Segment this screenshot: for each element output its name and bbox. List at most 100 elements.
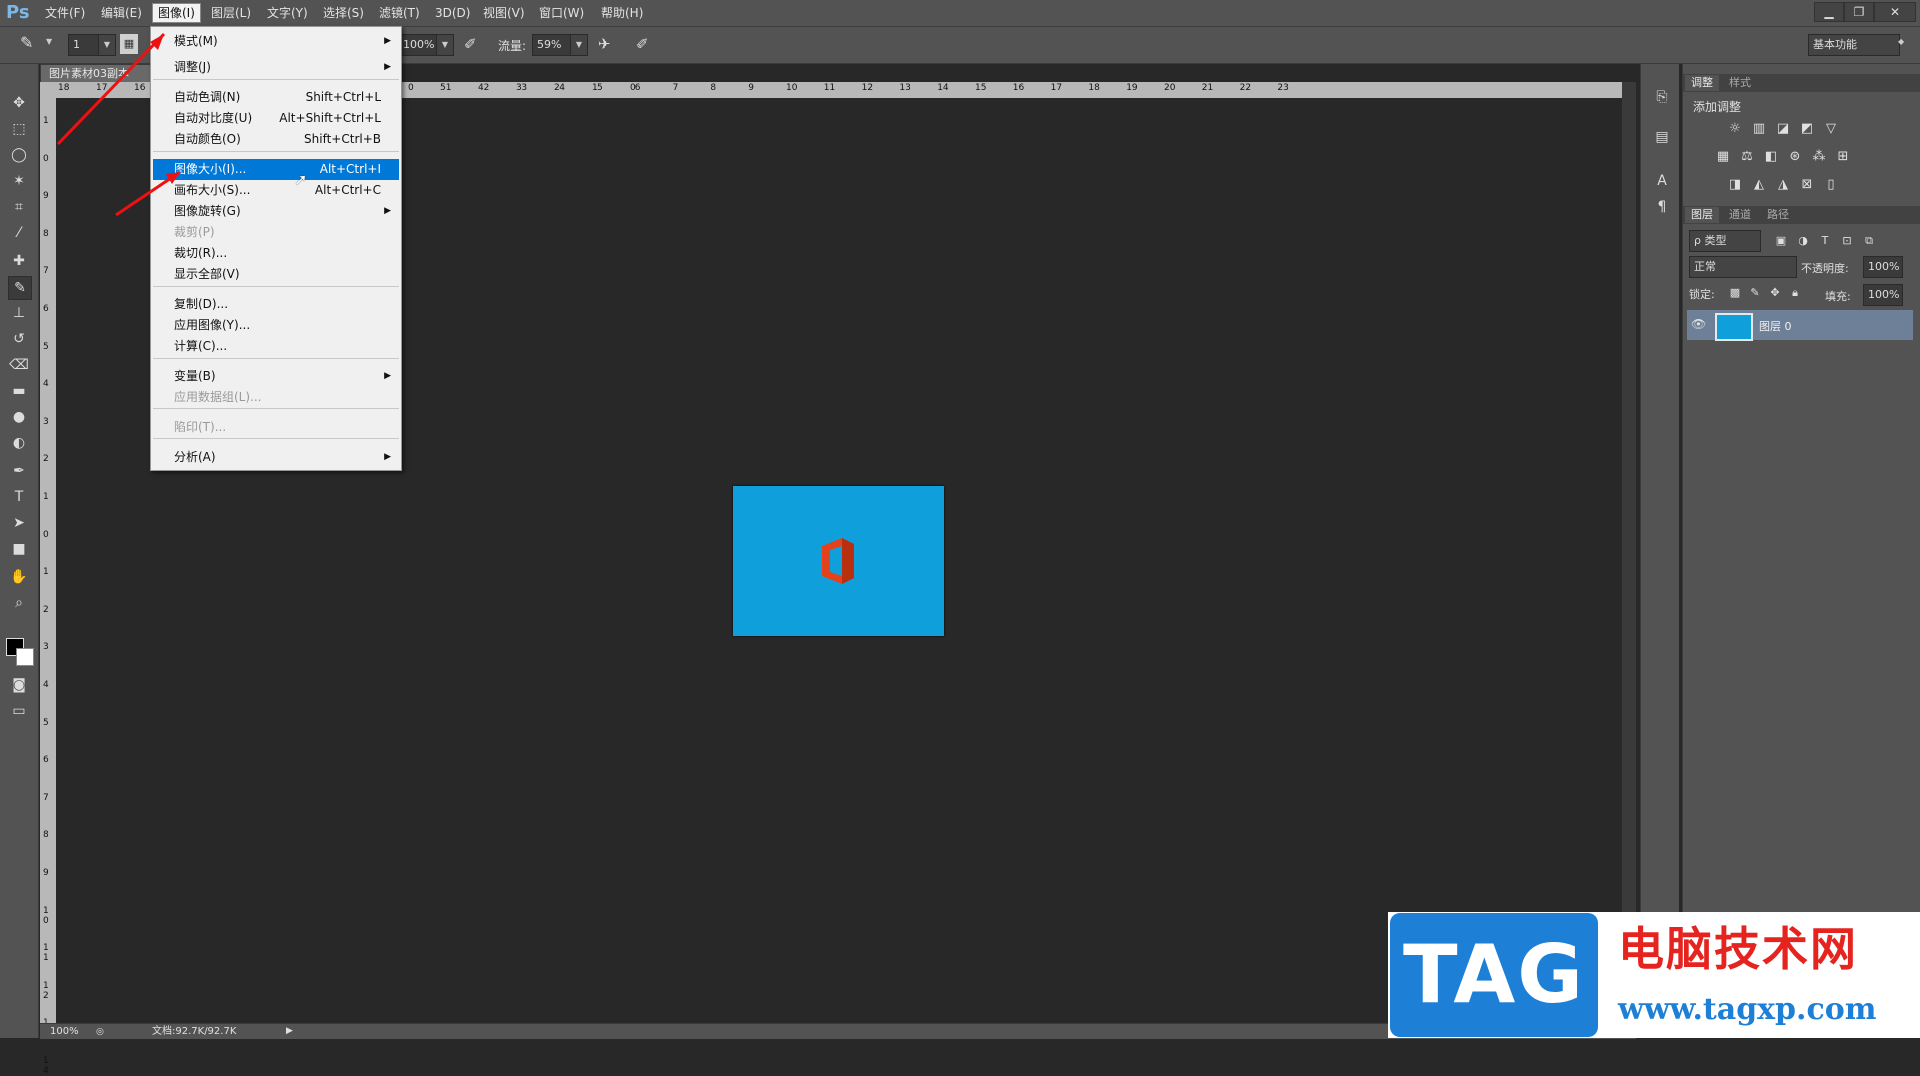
blend-mode-dropdown[interactable]: 正常: [1689, 256, 1797, 278]
hand-tool-icon[interactable]: ✋: [8, 566, 30, 588]
tab-channels[interactable]: 通道: [1723, 207, 1757, 223]
tab-paths[interactable]: 路径: [1761, 207, 1795, 223]
eraser-tool-icon[interactable]: ⌫: [8, 354, 30, 376]
layer-row[interactable]: 👁︎ 图层 0: [1687, 310, 1913, 341]
lock-pixels-icon[interactable]: ✎: [1747, 286, 1763, 300]
vibrance-icon[interactable]: ▽: [1823, 122, 1839, 136]
brightness-icon[interactable]: ☼: [1727, 122, 1743, 136]
character-panel-icon[interactable]: A: [1651, 170, 1673, 192]
quick-mask-icon[interactable]: ◙: [8, 674, 30, 696]
vertical-scrollbar[interactable]: [1622, 82, 1636, 1023]
curves-icon[interactable]: ◪: [1775, 122, 1791, 136]
image-menu-item[interactable]: 复制(D)...: [153, 294, 399, 315]
pen-tool-icon[interactable]: ✒: [8, 460, 30, 482]
menu-filter[interactable]: 滤镜(T): [374, 4, 425, 22]
color-balance-icon[interactable]: ⚖: [1739, 150, 1755, 164]
layer-fill-field[interactable]: 100%: [1863, 284, 1903, 306]
screen-mode-icon[interactable]: ▭: [8, 700, 30, 722]
lock-all-icon[interactable]: 🔒︎: [1787, 286, 1803, 300]
invert-icon[interactable]: ◨: [1727, 178, 1743, 192]
restore-button[interactable]: ❐: [1844, 2, 1874, 22]
workspace-chevron-icon[interactable]: ◆: [1898, 37, 1904, 46]
layer-name[interactable]: 图层 0: [1759, 318, 1792, 334]
status-menu-arrow-icon[interactable]: ▶: [286, 1024, 293, 1039]
move-tool-icon[interactable]: ✥: [8, 92, 30, 114]
menu-help[interactable]: 帮助(H): [596, 4, 648, 22]
color-lookup-icon[interactable]: ⊞: [1835, 150, 1851, 164]
history-panel-icon[interactable]: ⎘: [1651, 86, 1673, 108]
eye-icon[interactable]: 👁︎: [1691, 317, 1706, 331]
background-color-swatch[interactable]: [16, 648, 34, 666]
image-menu-item[interactable]: 应用图像(Y)...: [153, 315, 399, 336]
close-button[interactable]: ✕: [1874, 2, 1916, 22]
pressure-size-icon[interactable]: ✐: [636, 35, 649, 53]
gradient-map-icon[interactable]: ▯: [1823, 178, 1839, 192]
path-select-tool-icon[interactable]: ➤: [8, 512, 30, 534]
image-menu-item[interactable]: 显示全部(V): [153, 264, 399, 285]
menu-select[interactable]: 选择(S): [318, 4, 369, 22]
ruler-tick-label: 0: [43, 529, 49, 540]
lock-transparent-icon[interactable]: ▩: [1727, 286, 1743, 300]
filter-adjustment-icon[interactable]: ◑: [1795, 234, 1811, 248]
brush-preset-icon[interactable]: ✎: [20, 33, 33, 52]
pressure-opacity-icon[interactable]: ✐: [464, 35, 477, 53]
black-white-icon[interactable]: ◧: [1763, 150, 1779, 164]
filter-pixel-icon[interactable]: ▣: [1773, 234, 1789, 248]
opacity-dropdown[interactable]: ▼: [436, 34, 454, 56]
ruler-tick-label: 3: [43, 642, 49, 653]
menu-item-label: 变量(B): [174, 369, 216, 383]
type-tool-icon[interactable]: T: [8, 486, 30, 508]
mouse-cursor-icon: ➚: [294, 170, 308, 189]
layer-kind-filter[interactable]: ρ 类型: [1689, 230, 1761, 252]
filter-type-icon[interactable]: T: [1817, 234, 1833, 248]
shape-tool-icon[interactable]: ■: [8, 538, 30, 560]
ruler-tick-label: 22: [1239, 83, 1252, 93]
menu-type[interactable]: 文字(Y): [262, 4, 313, 22]
airbrush-icon[interactable]: ✈: [598, 35, 611, 53]
properties-panel-icon[interactable]: ▤: [1651, 126, 1673, 148]
lock-position-icon[interactable]: ✥: [1767, 286, 1783, 300]
image-menu-item[interactable]: 变量(B) ▶: [153, 366, 399, 387]
flow-dropdown[interactable]: ▼: [570, 34, 588, 56]
dodge-tool-icon[interactable]: ◐: [8, 432, 30, 454]
channel-mixer-icon[interactable]: ⁂: [1811, 150, 1827, 164]
selective-color-icon[interactable]: ⊠: [1799, 178, 1815, 192]
blur-tool-icon[interactable]: ●: [8, 406, 30, 428]
marquee-tool-icon[interactable]: ⬚: [8, 118, 30, 140]
tab-styles[interactable]: 样式: [1723, 75, 1757, 91]
threshold-icon[interactable]: ◮: [1775, 178, 1791, 192]
ruler-tick-label: 4: [43, 379, 49, 390]
menu-view[interactable]: 视图(V): [478, 4, 530, 22]
menu-layer[interactable]: 图层(L): [206, 4, 256, 22]
brush-tool-icon[interactable]: ✎: [8, 276, 32, 300]
menu-window[interactable]: 窗口(W): [534, 4, 589, 22]
menu-3d[interactable]: 3D(D): [430, 4, 475, 22]
crop-tool-icon[interactable]: ⌗: [8, 196, 30, 218]
gradient-tool-icon[interactable]: ▬: [8, 380, 30, 402]
paragraph-panel-icon[interactable]: ¶: [1651, 196, 1673, 218]
zoom-readout[interactable]: 100%: [50, 1024, 79, 1039]
posterize-icon[interactable]: ◭: [1751, 178, 1767, 192]
levels-icon[interactable]: ▥: [1751, 122, 1767, 136]
magic-wand-tool-icon[interactable]: ✶: [8, 170, 30, 192]
zoom-tool-icon[interactable]: ⌕: [8, 592, 30, 614]
eyedropper-tool-icon[interactable]: ⁄: [8, 222, 30, 244]
tab-adjustments[interactable]: 调整: [1685, 75, 1719, 91]
filter-smart-icon[interactable]: ⧉: [1861, 234, 1877, 248]
image-content[interactable]: [733, 486, 944, 636]
lasso-tool-icon[interactable]: ◯: [8, 144, 30, 166]
photo-filter-icon[interactable]: ⊛: [1787, 150, 1803, 164]
exposure-icon[interactable]: ◩: [1799, 122, 1815, 136]
hue-saturation-icon[interactable]: ▦: [1715, 150, 1731, 164]
workspace-switcher[interactable]: 基本功能: [1808, 34, 1900, 56]
layer-opacity-field[interactable]: 100%: [1863, 256, 1903, 278]
minimize-button[interactable]: ▁: [1814, 2, 1844, 22]
image-menu-item[interactable]: 裁切(R)...: [153, 243, 399, 264]
stamp-tool-icon[interactable]: ⊥: [8, 302, 30, 324]
healing-brush-tool-icon[interactable]: ✚: [8, 250, 30, 272]
image-menu-item[interactable]: 计算(C)...: [153, 336, 399, 357]
filter-shape-icon[interactable]: ⊡: [1839, 234, 1855, 248]
tab-layers[interactable]: 图层: [1685, 207, 1719, 223]
image-menu-item[interactable]: 分析(A) ▶: [153, 447, 399, 468]
history-brush-tool-icon[interactable]: ↺: [8, 328, 30, 350]
